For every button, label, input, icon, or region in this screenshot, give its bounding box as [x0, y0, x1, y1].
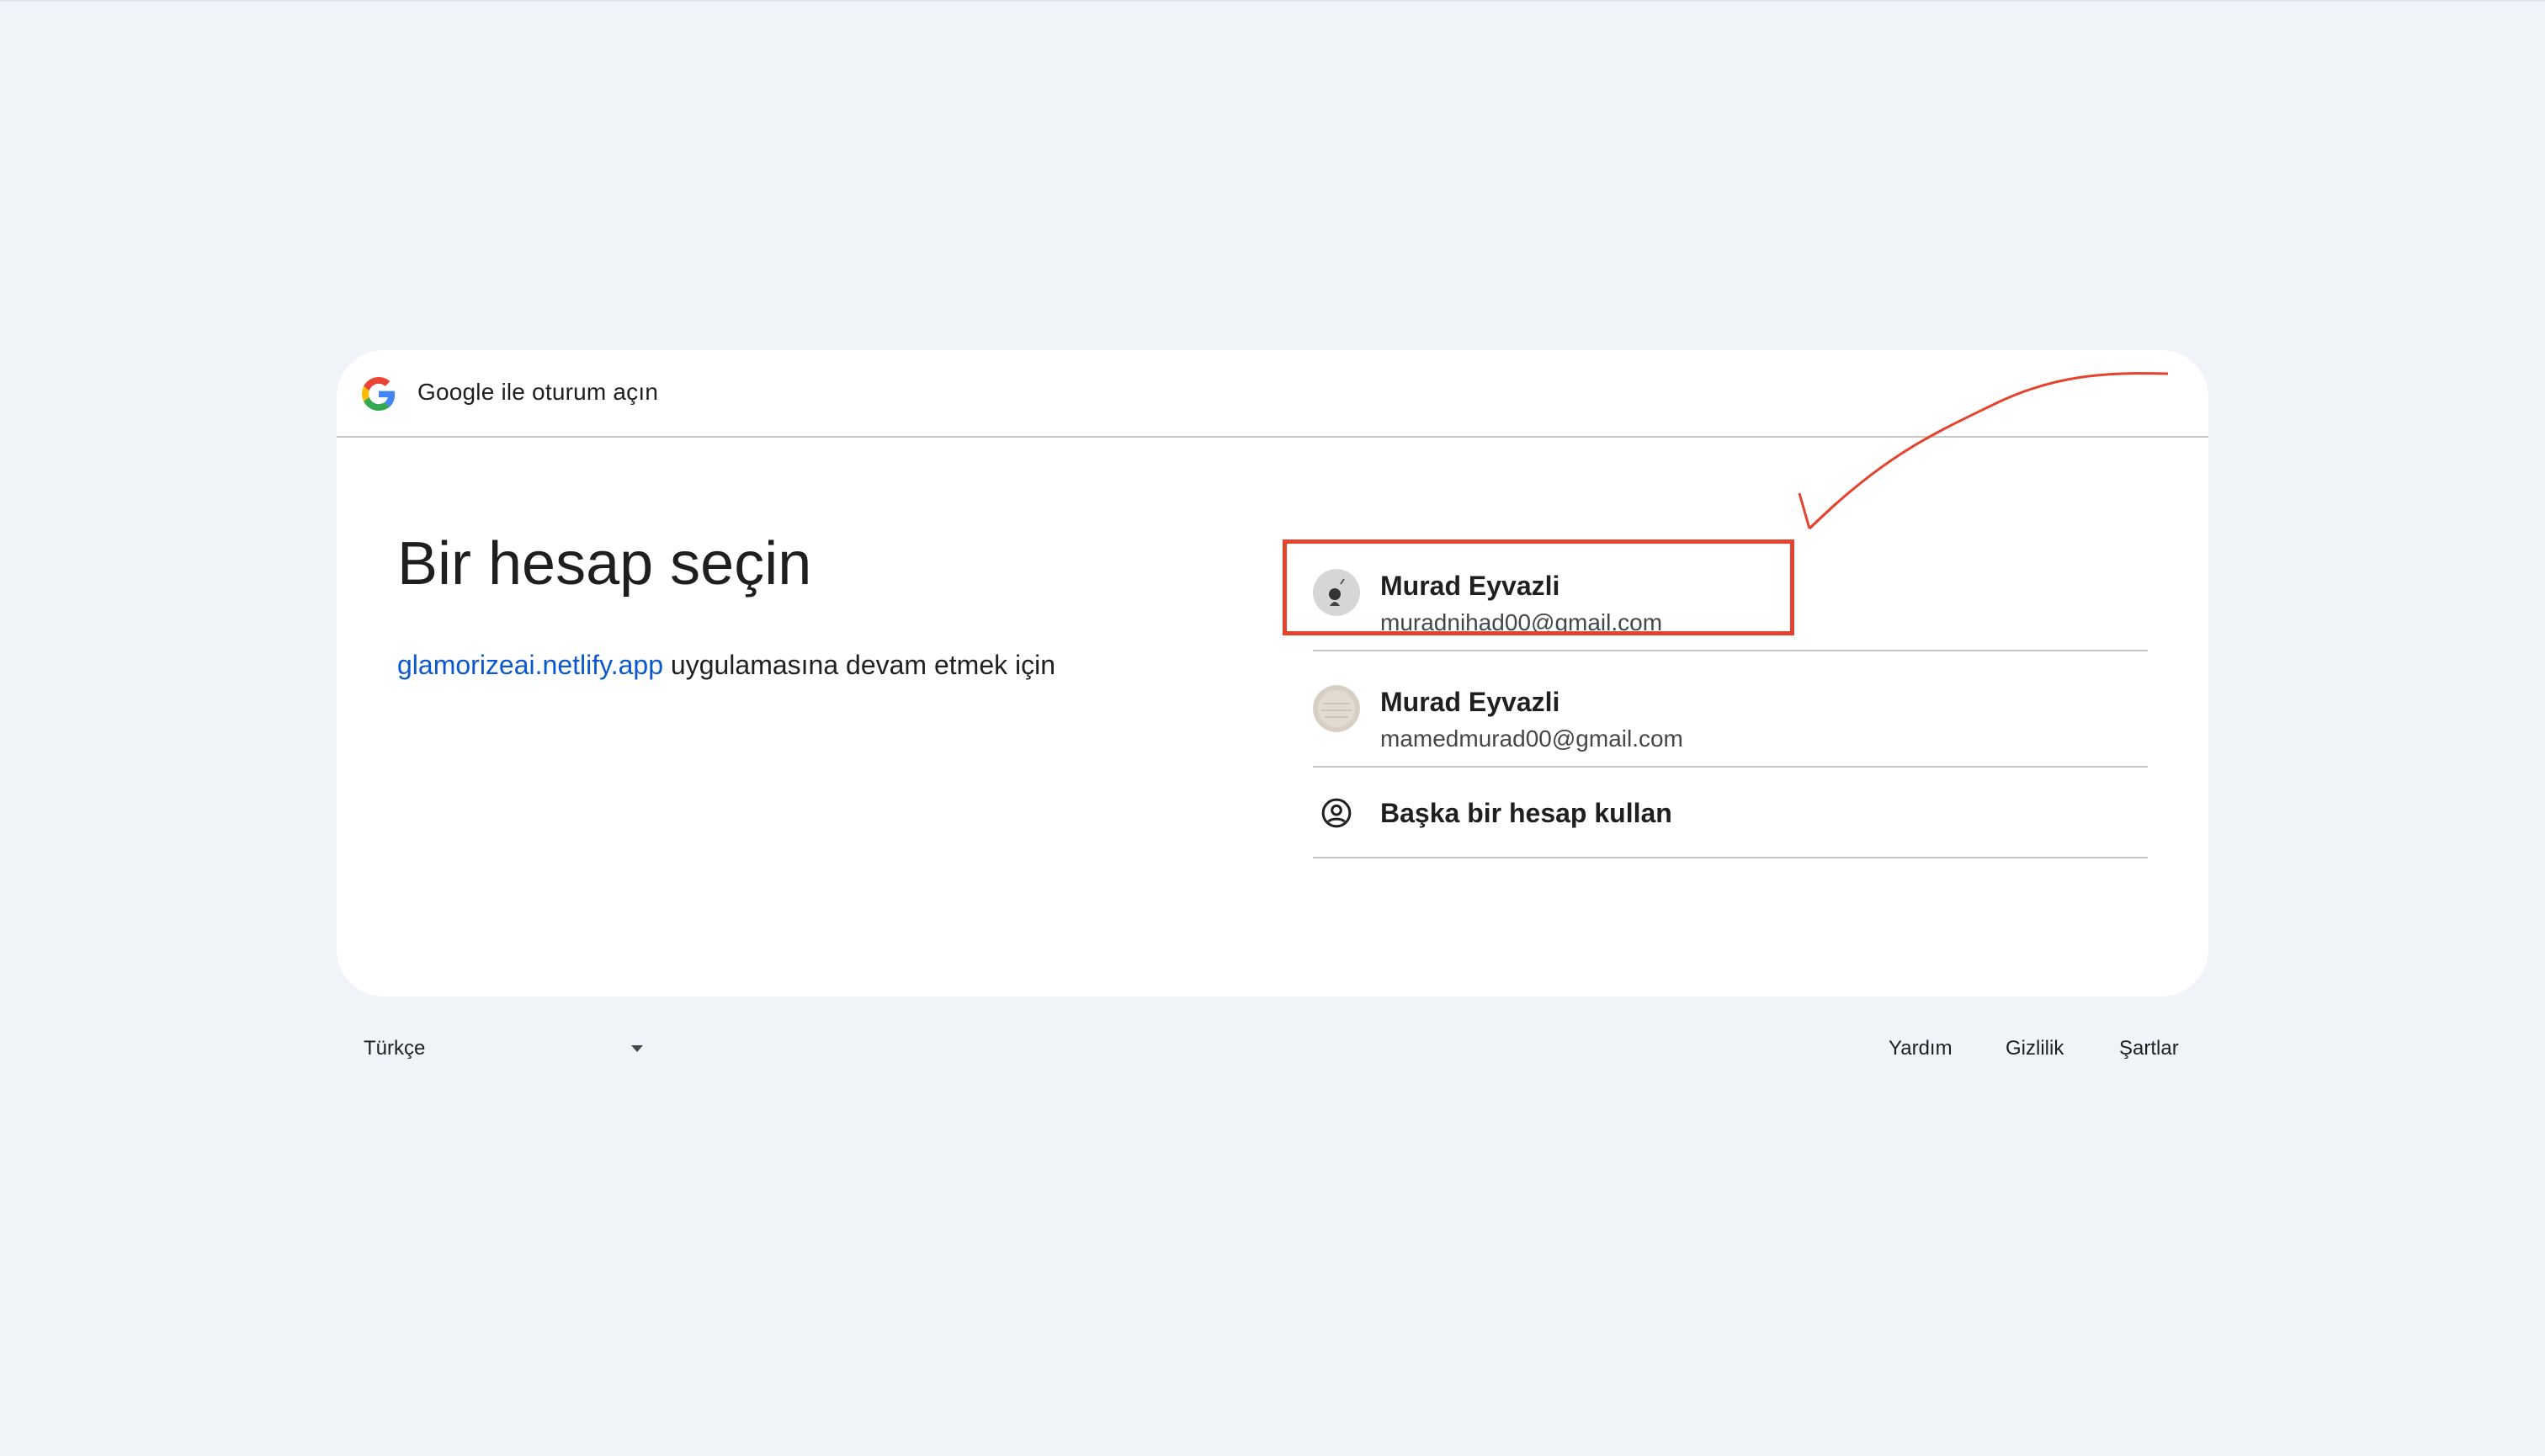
avatar-image	[1313, 569, 1360, 616]
language-select[interactable]: Türkçe	[364, 1037, 650, 1064]
account-email: muradnihad00@gmail.com	[1380, 609, 1663, 635]
page-title: Bir hesap seçin	[397, 530, 812, 598]
avatar-image	[1313, 685, 1360, 732]
card-header: Google ile oturum açın	[337, 350, 2208, 438]
account-name: Murad Eyvazli	[1380, 687, 1560, 717]
account-email: mamedmurad00@gmail.com	[1380, 725, 1683, 752]
google-g-icon	[362, 377, 396, 411]
app-link[interactable]: glamorizeai.netlify.app	[397, 650, 663, 680]
language-label: Türkçe	[364, 1037, 426, 1060]
account-item-muradnihad00[interactable]: Murad Eyvazli muradnihad00@gmail.com	[1313, 535, 2148, 651]
privacy-link[interactable]: Gizlilik	[2006, 1037, 2064, 1060]
terms-link[interactable]: Şartlar	[2119, 1037, 2179, 1060]
account-circle-icon	[1321, 798, 1352, 828]
continue-text: uygulamasına devam etmek için	[670, 650, 1056, 680]
sign-in-card: Google ile oturum açın Bir hesap seçin g…	[337, 350, 2208, 996]
help-link[interactable]: Yardım	[1889, 1037, 1953, 1060]
header-title: Google ile oturum açın	[417, 379, 659, 405]
top-border	[0, 0, 2545, 2]
use-another-account-label: Başka bir hesap kullan	[1380, 798, 1672, 828]
continue-subtitle: glamorizeai.netlify.app uygulamasına dev…	[397, 650, 1055, 681]
avatar	[1313, 685, 1360, 732]
account-item-mamedmurad00[interactable]: Murad Eyvazli mamedmurad00@gmail.com	[1313, 651, 2148, 768]
chevron-down-icon	[631, 1045, 643, 1052]
account-list: Murad Eyvazli muradnihad00@gmail.com Mur…	[1313, 535, 2148, 858]
use-another-account-button[interactable]: Başka bir hesap kullan	[1313, 768, 2148, 858]
avatar	[1313, 569, 1360, 616]
account-name: Murad Eyvazli	[1380, 571, 1560, 601]
